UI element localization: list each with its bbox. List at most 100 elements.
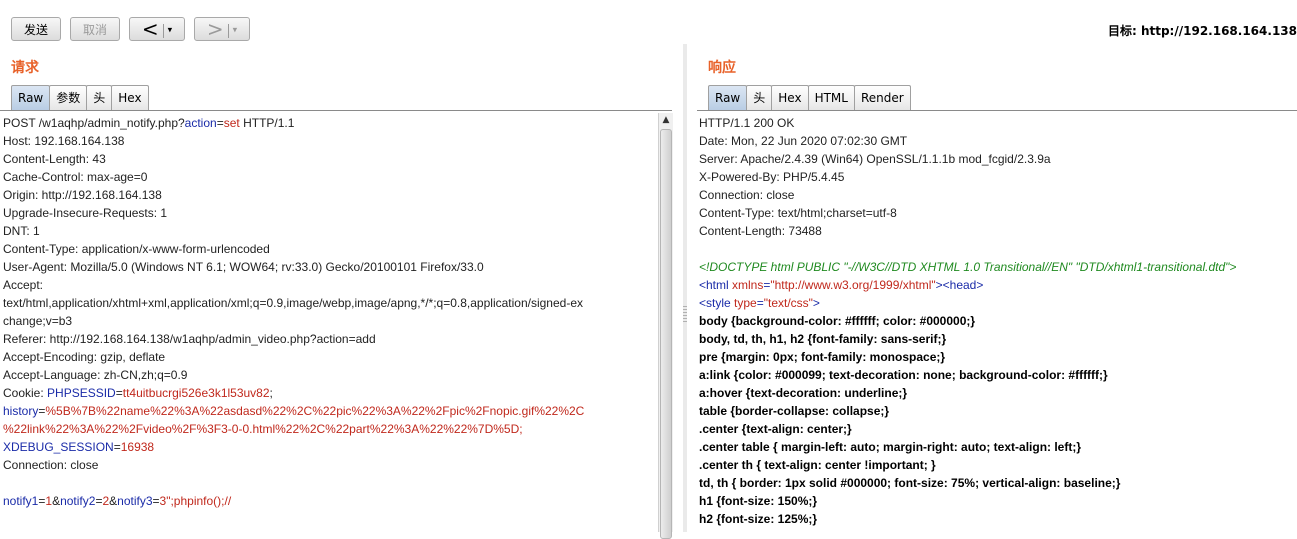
response-line xyxy=(699,240,1236,258)
response-token: .center table { margin-left: auto; margi… xyxy=(699,440,1082,454)
toolbar: 发送 取消 < ▾ > ▾ 目标: http://192.168.164.138 xyxy=(0,0,1297,44)
response-tab-0[interactable]: Raw xyxy=(708,85,748,110)
response-tab-4[interactable]: Render xyxy=(853,85,911,110)
response-token: <html xyxy=(699,278,733,292)
request-token: Referer: http://192.168.164.138/w1aqhp/a… xyxy=(3,332,376,346)
send-button[interactable]: 发送 xyxy=(11,17,61,41)
request-line: Cookie: PHPSESSID=tt4uitbucrgi526e3k1l53… xyxy=(3,384,584,402)
response-tab-3[interactable]: HTML xyxy=(807,85,855,110)
request-token: Accept: xyxy=(3,278,44,292)
request-token: set xyxy=(223,116,240,130)
response-token: td, th { border: 1px solid #000000; font… xyxy=(699,476,1121,490)
back-arrow-icon: < xyxy=(141,17,159,41)
request-line: change;v=b3 xyxy=(3,312,584,330)
request-tab-3[interactable]: Hex xyxy=(111,85,149,110)
response-line: .center table { margin-left: auto; margi… xyxy=(699,438,1236,456)
scroll-thumb[interactable] xyxy=(660,129,672,539)
response-tabs: Raw 头 Hex HTML Render xyxy=(708,85,911,110)
response-token: pre {margin: 0px; font-family: monospace… xyxy=(699,350,946,364)
response-token: body {background-color: #ffffff; color: … xyxy=(699,314,976,328)
request-line: text/html,application/xhtml+xml,applicat… xyxy=(3,294,584,312)
response-line: .center {text-align: center;} xyxy=(699,420,1236,438)
request-token: Host: 192.168.164.138 xyxy=(3,134,125,148)
request-line: history=%5B%7B%22name%22%3A%22asdasd%22%… xyxy=(3,402,584,420)
response-token: h1 {font-size: 150%;} xyxy=(699,494,818,508)
response-token: table {border-collapse: collapse;} xyxy=(699,404,890,418)
response-line: X-Powered-By: PHP/5.4.45 xyxy=(699,168,1236,186)
request-token: & xyxy=(52,494,61,508)
request-token: 16938 xyxy=(120,440,155,454)
request-line: notify1=1&notify2=2&notify3=3";phpinfo()… xyxy=(3,492,584,510)
response-viewer[interactable]: HTTP/1.1 200 OK Date: Mon, 22 Jun 2020 07… xyxy=(699,114,1236,528)
response-token: = xyxy=(756,296,764,310)
request-token: DNT: 1 xyxy=(3,224,40,238)
request-title: 请求 xyxy=(11,60,39,76)
response-token: <style xyxy=(699,296,735,310)
split-grip-icon[interactable] xyxy=(683,306,687,324)
request-token: Accept-Encoding: gzip, deflate xyxy=(3,350,166,364)
response-line: body, td, th, h1, h2 {font-family: sans-… xyxy=(699,330,1236,348)
request-line: User-Agent: Mozilla/5.0 (Windows NT 6.1;… xyxy=(3,258,584,276)
request-line: Accept-Language: zh-CN,zh;q=0.9 xyxy=(3,366,584,384)
response-line: a:link {color: #000099; text-decoration:… xyxy=(699,366,1236,384)
response-tab-2[interactable]: Hex xyxy=(771,85,809,110)
request-token: HTTP/1.1 xyxy=(239,116,295,130)
request-token: User-Agent: Mozilla/5.0 (Windows NT 6.1;… xyxy=(3,260,484,274)
response-tabs-divider xyxy=(697,110,1297,111)
response-token: h2 {font-size: 125%;} xyxy=(699,512,818,526)
response-token: Date: Mon, 22 Jun 2020 07:02:30 GMT xyxy=(699,134,908,148)
response-token: "text/css" xyxy=(763,296,813,310)
request-token: = xyxy=(113,440,121,454)
request-token: XDEBUG_SESSION xyxy=(3,440,114,454)
separator xyxy=(162,23,164,38)
response-line: Server: Apache/2.4.39 (Win64) OpenSSL/1.… xyxy=(699,150,1236,168)
response-line: body {background-color: #ffffff; color: … xyxy=(699,312,1236,330)
response-token: Content-Length: 73488 xyxy=(699,224,822,238)
response-line: Connection: close xyxy=(699,186,1236,204)
request-tab-2[interactable]: 头 xyxy=(86,85,113,110)
scroll-up-icon[interactable]: ▲ xyxy=(660,114,672,126)
request-line: XDEBUG_SESSION=16938 xyxy=(3,438,584,456)
response-line: <style type="text/css"> xyxy=(699,294,1236,312)
request-line: Content-Length: 43 xyxy=(3,150,584,168)
request-token: Content-Type: application/x-www-form-url… xyxy=(3,242,270,256)
request-token: tt4uitbucrgi526e3k1l53uv82 xyxy=(122,386,270,400)
cancel-button[interactable]: 取消 xyxy=(70,17,120,41)
request-token: text/html,application/xhtml+xml,applicat… xyxy=(3,296,583,310)
request-tab-1[interactable]: 参数 xyxy=(49,85,88,110)
response-token: X-Powered-By: PHP/5.4.45 xyxy=(699,170,845,184)
request-tabs: Raw 参数头 Hex xyxy=(11,85,149,110)
chevron-down-icon[interactable]: ▾ xyxy=(168,26,173,36)
request-tabs-divider xyxy=(0,110,672,111)
request-token: 3";phpinfo();// xyxy=(159,494,232,508)
request-line: Connection: close xyxy=(3,456,584,474)
response-token: xmlns xyxy=(732,278,764,292)
request-token: = xyxy=(216,116,224,130)
request-line: Cache-Control: max-age=0 xyxy=(3,168,584,186)
response-tab-1[interactable]: 头 xyxy=(746,85,773,110)
target-host[interactable]: 目标: http://192.168.164.138 xyxy=(1108,22,1297,39)
response-token: Server: Apache/2.4.39 (Win64) OpenSSL/1.… xyxy=(699,152,1051,166)
request-line xyxy=(3,474,584,492)
request-line: Host: 192.168.164.138 xyxy=(3,132,584,150)
response-line: <!DOCTYPE html PUBLIC "-//W3C//DTD XHTML… xyxy=(699,258,1236,276)
back-button[interactable]: < ▾ xyxy=(129,17,185,41)
request-line: Accept-Encoding: gzip, deflate xyxy=(3,348,584,366)
request-token: action xyxy=(184,116,217,130)
request-tab-0[interactable]: Raw xyxy=(11,85,51,110)
request-line: Content-Type: application/x-www-form-url… xyxy=(3,240,584,258)
request-line: DNT: 1 xyxy=(3,222,584,240)
request-scrollbar[interactable]: ▲ xyxy=(658,113,673,539)
response-token: .center th { text-align: center !importa… xyxy=(699,458,936,472)
chevron-down-icon[interactable]: ▾ xyxy=(233,26,238,36)
response-token: HTTP/1.1 200 OK xyxy=(699,116,795,130)
request-editor[interactable]: POST /w1aqhp/admin_notify.php?action=set… xyxy=(3,114,584,510)
send-label: 发送 xyxy=(23,23,48,37)
request-token: & xyxy=(109,494,118,508)
split-divider[interactable] xyxy=(683,44,687,532)
forward-button[interactable]: > ▾ xyxy=(194,17,250,41)
request-line: Referer: http://192.168.164.138/w1aqhp/a… xyxy=(3,330,584,348)
response-line: pre {margin: 0px; font-family: monospace… xyxy=(699,348,1236,366)
response-token: body, td, th, h1, h2 {font-family: sans-… xyxy=(699,332,947,346)
response-token: > xyxy=(812,296,820,310)
